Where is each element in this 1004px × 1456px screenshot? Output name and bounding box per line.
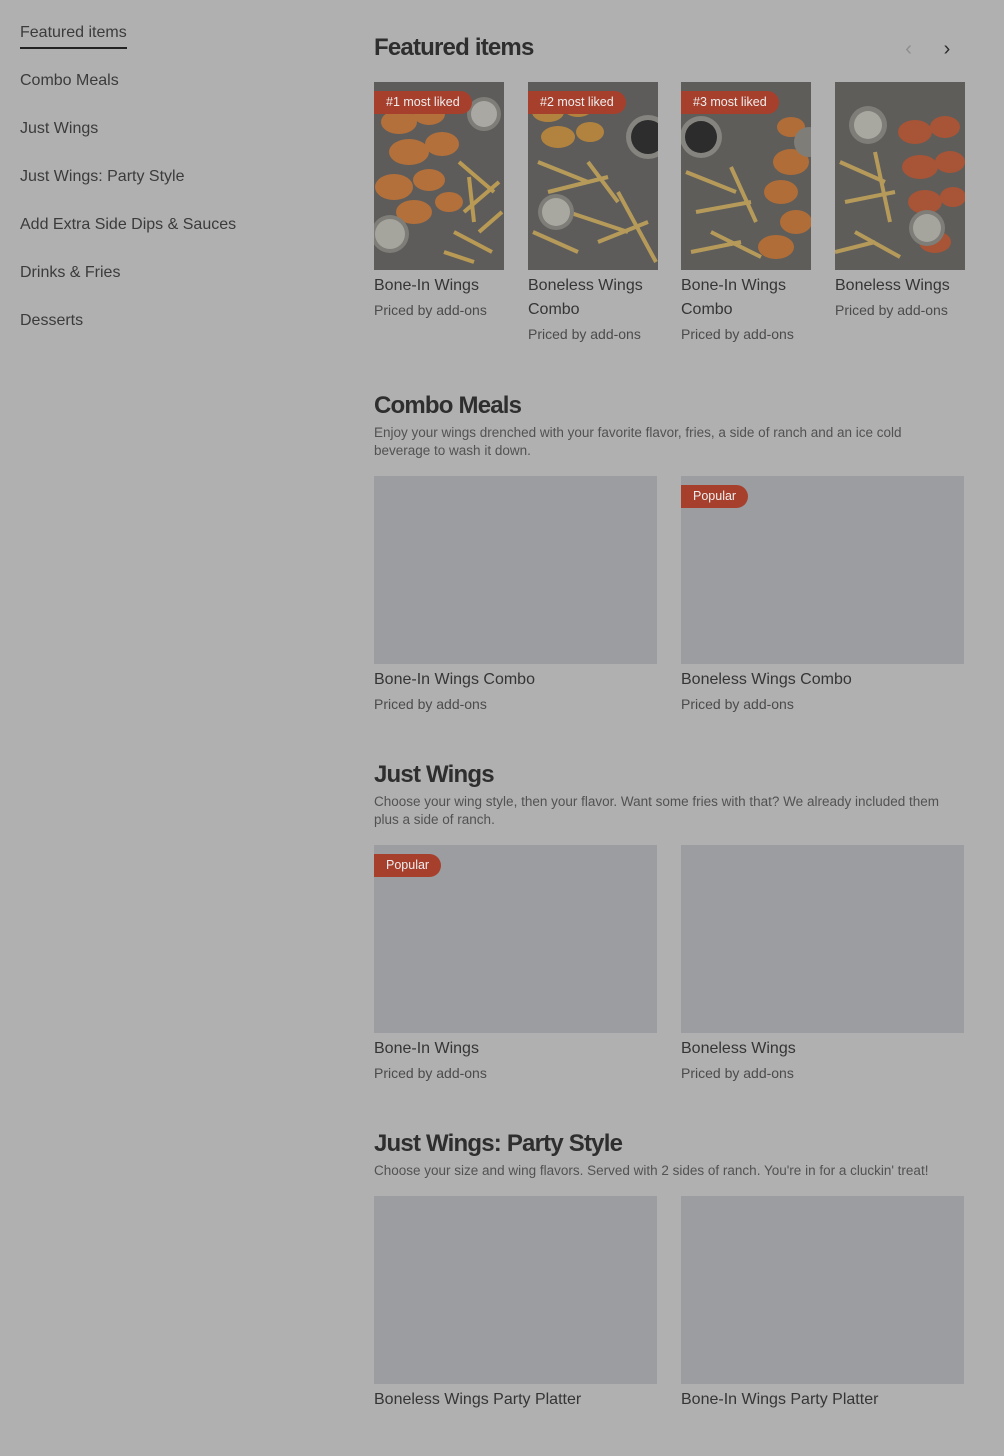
item-name: Bone-In Wings Combo	[374, 671, 535, 688]
section-title-featured: Featured items	[374, 34, 534, 61]
chevron-right-icon[interactable]: ›	[930, 36, 964, 64]
food-image-placeholder	[374, 1196, 657, 1384]
section-description: Choose your wing style, then your flavor…	[374, 794, 940, 827]
item-name: Bone-In Wings	[374, 1040, 479, 1057]
menu-item-card[interactable]: Popular Boneless Wings Combo Priced by a…	[681, 476, 964, 716]
popular-badge: Popular	[681, 485, 749, 508]
sidebar-item-label: Just Wings: Party Style	[20, 168, 185, 185]
item-name: Boneless Wings Combo	[528, 277, 643, 318]
most-liked-badge: #3 most liked	[681, 91, 779, 114]
section-description: Choose your size and wing flavors. Serve…	[374, 1163, 929, 1178]
most-liked-badge: #2 most liked	[528, 91, 626, 114]
section-title: Just Wings: Party Style	[374, 1130, 623, 1157]
item-price: Priced by add-ons	[681, 696, 794, 712]
item-grid: Popular Bone-In Wings Priced by add-ons …	[374, 845, 964, 1105]
item-name: Boneless Wings	[835, 277, 950, 294]
item-price: Priced by add-ons	[374, 1065, 487, 1081]
wings-fries-photo	[835, 82, 965, 270]
section-party-style: Just Wings: Party Style Choose your size…	[374, 1130, 964, 1456]
food-image-placeholder: Popular	[374, 845, 657, 1033]
category-sidebar: Featured items Combo Meals Just Wings Ju…	[20, 18, 340, 354]
item-name: Bone-In Wings Combo	[681, 277, 786, 318]
sidebar-item-just-wings-party-style[interactable]: Just Wings: Party Style	[20, 162, 340, 210]
item-name: Boneless Wings	[681, 1040, 796, 1057]
sidebar-item-desserts[interactable]: Desserts	[20, 306, 340, 354]
featured-item-card[interactable]: #1 most liked Bone-In Wings Priced by ad…	[374, 82, 504, 322]
menu-item-card[interactable]: Boneless Wings Party Platter	[374, 1196, 657, 1412]
item-price: Priced by add-ons	[528, 326, 641, 342]
item-price: Priced by add-ons	[681, 1065, 794, 1081]
sidebar-item-just-wings[interactable]: Just Wings	[20, 114, 340, 162]
sidebar-item-label: Desserts	[20, 312, 84, 329]
chevron-left-icon[interactable]: ‹	[892, 36, 926, 64]
item-name: Boneless Wings Party Platter	[374, 1391, 582, 1408]
item-grid: Bone-In Wings Combo Priced by add-ons Po…	[374, 476, 964, 736]
food-image	[835, 82, 965, 270]
featured-header: Featured items ‹ ›	[374, 34, 964, 66]
food-image-placeholder	[681, 845, 964, 1033]
food-image: #1 most liked	[374, 82, 504, 270]
sidebar-item-label: Drinks & Fries	[20, 264, 121, 281]
section-combo-meals: Combo Meals Enjoy your wings drenched wi…	[374, 392, 964, 736]
featured-item-card[interactable]: #3 most liked Bone-In Wings Combo Priced…	[681, 82, 811, 346]
menu-item-card[interactable]: Boneless Wings Priced by add-ons	[681, 845, 964, 1085]
section-title: Just Wings	[374, 761, 495, 788]
sidebar-item-label: Combo Meals	[20, 72, 119, 89]
item-name: Bone-In Wings	[374, 277, 479, 294]
section-just-wings: Just Wings Choose your wing style, then …	[374, 761, 964, 1105]
item-price: Priced by add-ons	[374, 696, 487, 712]
food-image-placeholder	[681, 1196, 964, 1384]
sidebar-item-combo-meals[interactable]: Combo Meals	[20, 66, 340, 114]
food-image-placeholder: Popular	[681, 476, 964, 664]
sidebar-item-label: Just Wings	[20, 120, 99, 137]
featured-item-card[interactable]: #2 most liked Boneless Wings Combo Price…	[528, 82, 658, 346]
sidebar-item-extra-dips-sauces[interactable]: Add Extra Side Dips & Sauces	[20, 210, 340, 258]
sidebar-item-drinks-fries[interactable]: Drinks & Fries	[20, 258, 340, 306]
carousel-controls: ‹ ›	[892, 36, 964, 64]
item-name: Bone-In Wings Party Platter	[681, 1391, 879, 1408]
food-image: #2 most liked	[528, 82, 658, 270]
sidebar-item-label: Featured items	[20, 19, 127, 49]
popular-badge: Popular	[374, 854, 442, 877]
most-liked-badge: #1 most liked	[374, 91, 472, 114]
menu-item-card[interactable]: Popular Bone-In Wings Priced by add-ons	[374, 845, 657, 1085]
item-price: Priced by add-ons	[835, 302, 948, 318]
section-title: Combo Meals	[374, 392, 522, 419]
featured-carousel: #1 most liked Bone-In Wings Priced by ad…	[374, 82, 965, 352]
section-description: Enjoy your wings drenched with your favo…	[374, 425, 902, 458]
item-grid: Boneless Wings Party Platter Bone-In Win…	[374, 1196, 964, 1456]
item-name: Boneless Wings Combo	[681, 671, 852, 688]
menu-item-card[interactable]: Bone-In Wings Party Platter	[681, 1196, 964, 1412]
item-price: Priced by add-ons	[681, 326, 794, 342]
item-price: Priced by add-ons	[374, 302, 487, 318]
food-image-placeholder	[374, 476, 657, 664]
food-image: #3 most liked	[681, 82, 811, 270]
sidebar-item-featured-items[interactable]: Featured items	[20, 18, 340, 66]
sidebar-item-label: Add Extra Side Dips & Sauces	[20, 216, 237, 233]
menu-item-card[interactable]: Bone-In Wings Combo Priced by add-ons	[374, 476, 657, 716]
featured-item-card[interactable]: Boneless Wings Priced by add-ons	[835, 82, 965, 322]
